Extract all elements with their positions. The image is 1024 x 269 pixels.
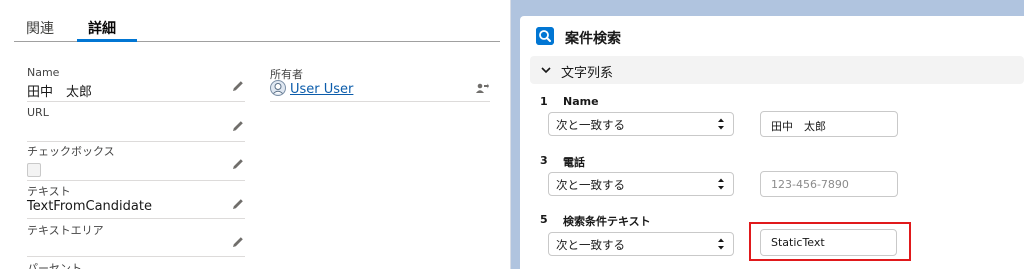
edit-pencil-icon[interactable] xyxy=(231,197,245,211)
criterion-number: 5 xyxy=(540,213,548,226)
criterion-label: 検索条件テキスト xyxy=(563,215,651,228)
field-name: Name 田中 太郎 xyxy=(27,66,245,102)
chevron-down-icon xyxy=(541,67,551,74)
field-percent: パーセント xyxy=(27,261,245,269)
edit-pencil-icon[interactable] xyxy=(231,79,245,93)
field-divider xyxy=(27,141,245,142)
highlight-annotation xyxy=(749,222,911,261)
operator-select[interactable]: 次と一致する xyxy=(548,112,734,136)
operator-select-value: 次と一致する xyxy=(556,118,625,132)
search-icon xyxy=(536,27,554,45)
section-header-string[interactable]: 文字列系 xyxy=(530,56,1024,84)
field-name-value: 田中 太郎 xyxy=(27,85,93,100)
checkbox-control[interactable] xyxy=(27,163,41,177)
field-name-label: Name xyxy=(27,66,60,79)
operator-select[interactable]: 次と一致する xyxy=(548,232,734,256)
field-text: テキスト TextFromCandidate xyxy=(27,183,245,219)
criterion-number: 1 xyxy=(540,95,548,108)
field-text-value: TextFromCandidate xyxy=(27,199,152,214)
field-divider xyxy=(27,256,245,257)
field-owner: 所有者 User User xyxy=(270,66,490,102)
criterion-label: 電話 xyxy=(563,156,585,169)
section-title: 文字列系 xyxy=(561,66,614,81)
record-detail-panel: 関連 詳細 Name 田中 太郎 URL チェックボックス テキスト TextF… xyxy=(0,0,511,269)
select-arrows-icon xyxy=(718,238,724,250)
field-divider xyxy=(27,180,245,181)
tab-related[interactable]: 関連 xyxy=(26,18,54,38)
field-divider xyxy=(270,101,490,102)
active-tab-indicator xyxy=(77,39,137,42)
select-arrows-icon xyxy=(718,118,724,130)
criterion-value-input[interactable]: 田中 太郎 xyxy=(760,111,898,137)
criterion-value-input[interactable]: 123-456-7890 xyxy=(760,171,898,197)
field-url: URL xyxy=(27,106,245,142)
select-arrows-icon xyxy=(718,178,724,190)
operator-select-value: 次と一致する xyxy=(556,178,625,192)
field-textarea: テキストエリア xyxy=(27,222,245,258)
field-divider xyxy=(27,101,245,102)
panel-title: 案件検索 xyxy=(565,31,621,47)
criterion-label: Name xyxy=(563,95,599,108)
edit-pencil-icon[interactable] xyxy=(231,235,245,249)
field-url-label: URL xyxy=(27,106,49,119)
criterion-number: 3 xyxy=(540,154,548,167)
field-percent-label: パーセント xyxy=(27,262,82,269)
criterion-placeholder: 123-456-7890 xyxy=(771,178,849,191)
tab-details[interactable]: 詳細 xyxy=(88,18,116,38)
field-textarea-label: テキストエリア xyxy=(27,224,104,237)
user-avatar-icon xyxy=(270,80,286,96)
detail-tabs: 関連 詳細 xyxy=(14,8,500,42)
field-checkbox: チェックボックス xyxy=(27,143,245,181)
owner-link[interactable]: User User xyxy=(290,82,353,97)
field-checkbox-label: チェックボックス xyxy=(27,145,115,158)
edit-pencil-icon[interactable] xyxy=(231,119,245,133)
field-text-label: テキスト xyxy=(27,185,71,198)
operator-select-value: 次と一致する xyxy=(556,238,625,252)
operator-select[interactable]: 次と一致する xyxy=(548,172,734,196)
edit-pencil-icon[interactable] xyxy=(231,157,245,171)
field-divider xyxy=(27,218,245,219)
case-search-panel: 案件検索 文字列系 1 Name 次と一致する 田中 太郎 3 電話 次と一致す… xyxy=(520,16,1024,269)
criterion-value: 田中 太郎 xyxy=(771,120,826,133)
change-owner-icon[interactable] xyxy=(475,82,489,96)
